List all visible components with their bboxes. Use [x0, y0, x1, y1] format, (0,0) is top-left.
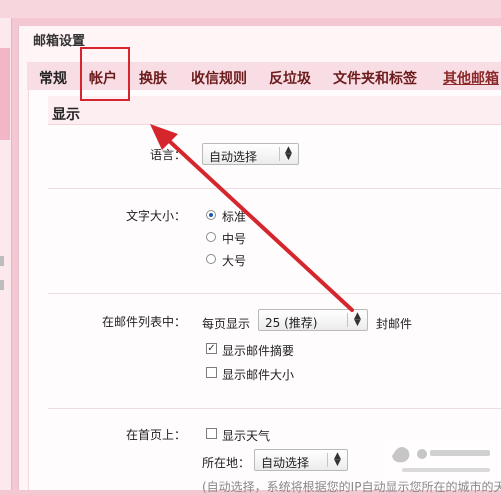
baidu-watermark: [382, 440, 500, 482]
red-arrow-annotation: [150, 124, 354, 312]
arrow-shaft: [164, 136, 354, 312]
